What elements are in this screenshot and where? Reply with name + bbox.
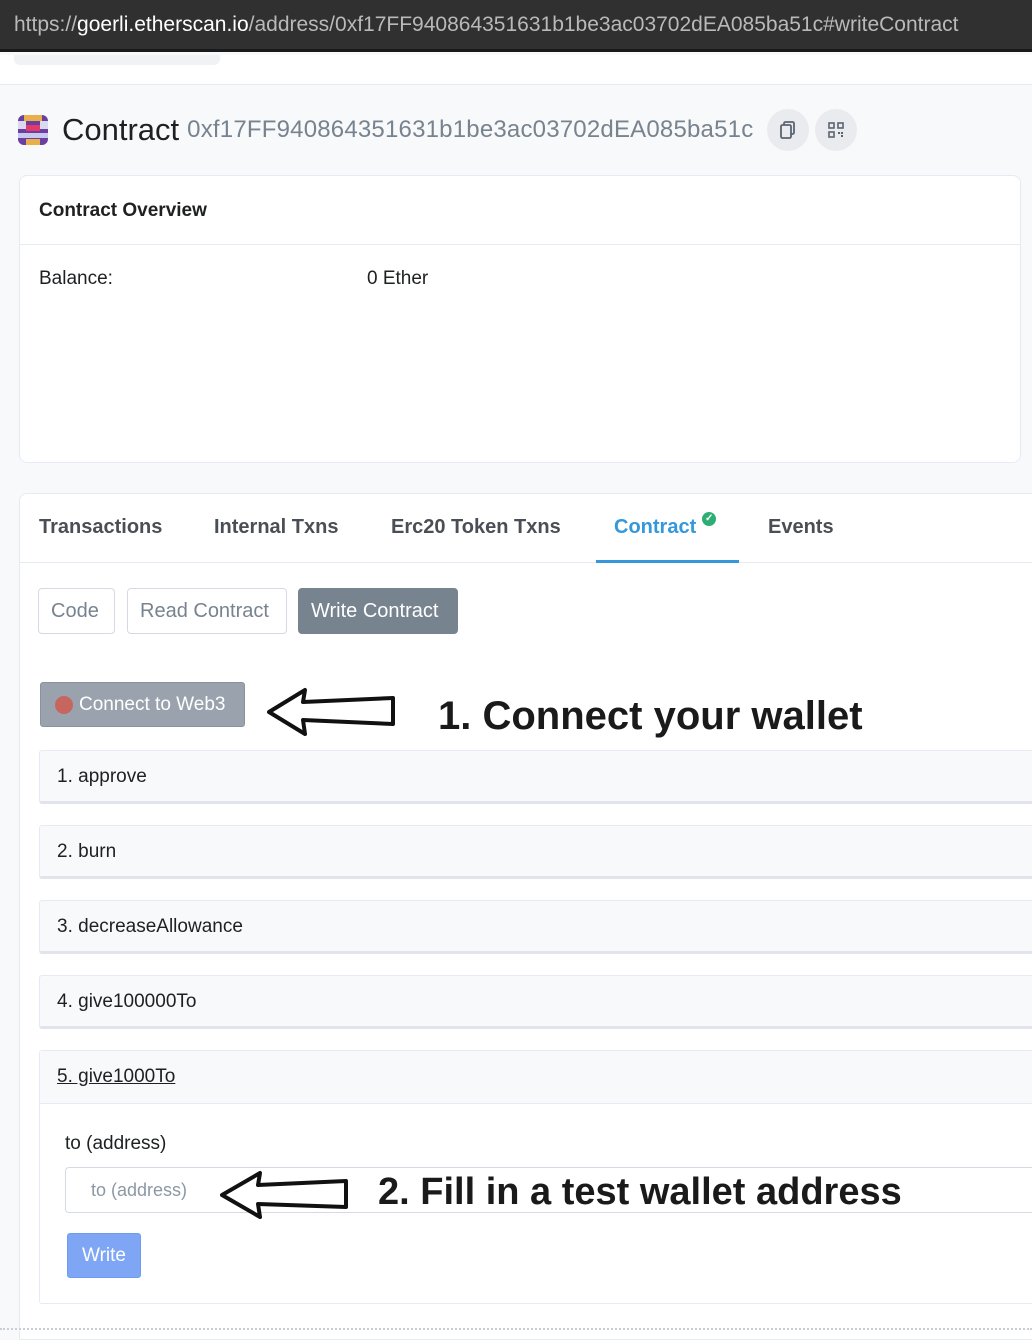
param-label-to: to (address)	[65, 1133, 167, 1154]
address-tabs-card: Transactions Internal Txns Erc20 Token T…	[19, 493, 1032, 1340]
contract-overview-card: Contract Overview Balance: 0 Ether	[19, 175, 1021, 463]
tab-events[interactable]: Events	[768, 516, 834, 539]
annotation-arrow-left-icon	[267, 688, 395, 736]
tab-bar: Transactions Internal Txns Erc20 Token T…	[20, 494, 1032, 563]
connect-web3-button[interactable]: Connect to Web3	[40, 682, 245, 727]
tab-transactions[interactable]: Transactions	[39, 516, 162, 539]
tab-contract-label: Contract	[614, 516, 697, 538]
tab-contract[interactable]: Contract ✓	[614, 512, 717, 539]
balance-label: Balance:	[39, 268, 113, 289]
connection-status-dot-icon	[55, 695, 73, 714]
page-bottom-edge	[0, 1328, 1032, 1332]
connect-web3-label: Connect to Web3	[79, 693, 226, 715]
contract-label: Contract	[62, 112, 180, 147]
browser-url-bar[interactable]: https://goerli.etherscan.io/address/0xf1…	[0, 0, 1032, 52]
function-row-give100000to[interactable]: 4. give100000To	[39, 975, 1032, 1029]
subtab-code[interactable]: Code	[38, 588, 115, 634]
search-field-remnant	[14, 55, 220, 65]
overview-title: Contract Overview	[20, 176, 1020, 245]
function-panel-give1000to: 5. give1000To to (address) 2. Fill in a …	[39, 1050, 1032, 1304]
active-tab-indicator	[596, 560, 739, 563]
url-path: /address/0xf17FF940864351631b1be3ac03702…	[248, 12, 959, 36]
function-row-approve[interactable]: 1. approve	[39, 750, 1032, 804]
contract-identicon-icon	[18, 115, 48, 145]
tab-erc20-token-txns[interactable]: Erc20 Token Txns	[391, 516, 561, 539]
subtab-write-contract[interactable]: Write Contract	[298, 588, 458, 634]
annotation-arrow-left-icon	[220, 1171, 348, 1219]
subtab-read-contract[interactable]: Read Contract	[127, 588, 287, 634]
function-row-decrease-allowance[interactable]: 3. decreaseAllowance	[39, 900, 1032, 954]
url-protocol: https://	[14, 12, 78, 36]
annotation-step-2: 2. Fill in a test wallet address	[378, 1171, 902, 1213]
check-circle-icon: ✓	[702, 512, 717, 526]
tab-internal-txns[interactable]: Internal Txns	[214, 516, 338, 539]
contract-header: Contract 0xf17FF940864351631b1be3ac03702…	[18, 108, 858, 152]
copy-address-button[interactable]	[767, 109, 810, 151]
qr-code-button[interactable]	[815, 109, 858, 151]
annotation-step-1: 1. Connect your wallet	[438, 694, 863, 738]
contract-address[interactable]: 0xf17FF940864351631b1be3ac03702dEA085ba5…	[187, 116, 753, 144]
copy-icon	[780, 121, 796, 139]
qr-code-icon	[828, 122, 845, 138]
top-navigation-strip	[0, 55, 1032, 85]
url-host: goerli.etherscan.io	[77, 12, 249, 36]
balance-value: 0 Ether	[367, 268, 429, 289]
function-row-burn[interactable]: 2. burn	[39, 825, 1032, 879]
function-row-give1000to[interactable]: 5. give1000To	[40, 1051, 1032, 1104]
write-button[interactable]: Write	[67, 1233, 141, 1278]
balance-row: Balance: 0 Ether	[39, 268, 428, 290]
